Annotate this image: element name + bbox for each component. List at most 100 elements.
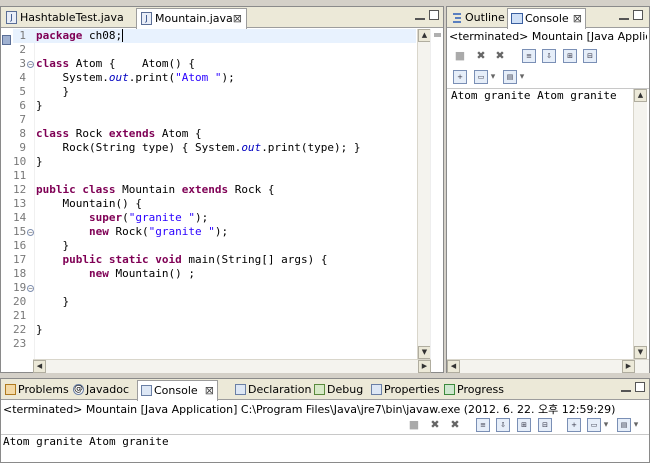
- code-line[interactable]: 7: [13, 113, 26, 127]
- tab-properties[interactable]: Properties: [368, 380, 440, 400]
- line-number: 14: [13, 211, 27, 224]
- fold-toggle-icon[interactable]: −: [27, 285, 34, 292]
- display-selected-console-icon[interactable]: ▭: [474, 70, 488, 84]
- console-horizontal-scrollbar[interactable]: ◀ ▶: [447, 359, 649, 373]
- tab-label: Console: [154, 384, 198, 397]
- code-line[interactable]: 12 public class Mountain extends Rock {: [13, 183, 274, 197]
- console-icon: [141, 385, 152, 396]
- code-line[interactable]: 2: [13, 43, 26, 57]
- tab-hashtabletest-java[interactable]: J HashtableTest.java: [2, 8, 134, 28]
- code-line[interactable]: 4 System.out.print("Atom ");: [13, 71, 234, 85]
- display-selected-console-icon[interactable]: ▭: [587, 418, 601, 432]
- minimize-icon[interactable]: [621, 388, 631, 392]
- editor-tab-bar: J HashtableTest.java J Mountain.java ⊠: [1, 7, 443, 29]
- code-gutter-border: [34, 29, 35, 359]
- editor-horizontal-scrollbar[interactable]: ◀ ▶: [33, 359, 431, 373]
- line-number: 16: [13, 239, 27, 252]
- close-tab-icon[interactable]: ⊠: [205, 381, 214, 400]
- console-process-label: <terminated> Mountain [Java Application]…: [3, 403, 616, 416]
- code-line[interactable]: 15 new Rock("granite ");: [13, 225, 228, 239]
- maximize-icon[interactable]: [429, 10, 439, 20]
- remove-launch-icon[interactable]: ✖: [474, 49, 488, 63]
- editor-vertical-scrollbar[interactable]: ▲ ▼: [417, 29, 431, 359]
- open-console-icon[interactable]: +: [567, 418, 581, 432]
- minimize-icon[interactable]: [415, 16, 425, 20]
- line-number: 2: [19, 43, 26, 56]
- code-line[interactable]: 6}: [13, 99, 42, 113]
- scroll-right-icon[interactable]: ▶: [418, 360, 431, 373]
- code-line[interactable]: 17 public static void main(String[] args…: [13, 253, 327, 267]
- tab-problems[interactable]: Problems: [2, 380, 69, 400]
- tab-console-bottom[interactable]: Console ⊠: [137, 380, 218, 401]
- code-text: }: [36, 99, 43, 112]
- clear-console-icon[interactable]: ≡: [522, 49, 536, 63]
- code-line[interactable]: 23: [13, 337, 26, 351]
- maximize-icon[interactable]: [633, 10, 643, 20]
- open-console-icon[interactable]: +: [453, 70, 467, 84]
- code-line[interactable]: 16 }: [13, 239, 69, 253]
- line-number: 7: [19, 113, 26, 126]
- chevron-down-icon[interactable]: ▾: [632, 418, 640, 432]
- remove-launch-icon[interactable]: ✖: [428, 418, 442, 432]
- chevron-down-icon[interactable]: ▾: [518, 70, 526, 84]
- code-line[interactable]: 19: [13, 281, 26, 295]
- new-console-icon[interactable]: ▤: [617, 418, 631, 432]
- code-line[interactable]: 22}: [13, 323, 43, 337]
- scroll-right-icon[interactable]: ▶: [622, 360, 635, 373]
- code-line[interactable]: 14 super("granite ");: [13, 211, 208, 225]
- maximize-icon[interactable]: [635, 382, 645, 392]
- code-line[interactable]: 20 }: [13, 295, 69, 309]
- scroll-up-icon[interactable]: ▲: [634, 89, 647, 102]
- scroll-down-icon[interactable]: ▼: [634, 346, 647, 359]
- terminate-icon[interactable]: ■: [407, 418, 421, 432]
- display-console-icon[interactable]: ⊟: [583, 49, 597, 63]
- code-line[interactable]: 18 new Mountain() ;: [13, 267, 195, 281]
- console-vertical-scrollbar[interactable]: ▲ ▼: [633, 89, 647, 359]
- code-text: }: [36, 239, 70, 252]
- fold-toggle-icon[interactable]: −: [27, 229, 34, 236]
- code-line[interactable]: 9 Rock(String type) { System.out.print(t…: [13, 141, 360, 155]
- terminate-icon[interactable]: ■: [453, 49, 467, 63]
- code-line[interactable]: 13 Mountain() {: [13, 197, 142, 211]
- code-line[interactable]: 1 package ch08;: [13, 29, 416, 43]
- tab-label: Console: [525, 12, 569, 25]
- scroll-lock-icon[interactable]: ⇩: [496, 418, 510, 432]
- console-toolbar-bottom: + ▭ ▾ ▤ ▾: [447, 68, 649, 88]
- code-line[interactable]: 3 class Atom { Atom() {: [13, 57, 195, 71]
- chevron-down-icon[interactable]: ▾: [602, 418, 610, 432]
- tab-debug[interactable]: Debug: [311, 380, 367, 400]
- scroll-left-icon[interactable]: ◀: [447, 360, 460, 373]
- scroll-left-icon[interactable]: ◀: [33, 360, 46, 373]
- tab-javadoc[interactable]: @ Javadoc: [70, 380, 134, 400]
- tab-mountain-java[interactable]: J Mountain.java ⊠: [136, 8, 247, 29]
- code-line[interactable]: 8 class Rock extends Atom {: [13, 127, 201, 141]
- declaration-icon: [235, 384, 246, 395]
- remove-all-launches-icon[interactable]: ✖: [448, 418, 462, 432]
- pin-console-icon[interactable]: ⊞: [517, 418, 531, 432]
- line-number: 21: [13, 309, 27, 322]
- code-line[interactable]: 5 }: [13, 85, 69, 99]
- java-file-icon: J: [141, 12, 152, 25]
- fold-toggle-icon[interactable]: −: [27, 61, 34, 68]
- tab-progress[interactable]: Progress: [441, 380, 507, 400]
- clear-console-icon[interactable]: ≡: [476, 418, 490, 432]
- code-editor[interactable]: 1 package ch08; 2 3 class Atom { Atom() {4 S…: [1, 29, 431, 359]
- close-tab-icon[interactable]: ⊠: [233, 9, 242, 28]
- tab-declaration[interactable]: Declaration: [232, 380, 311, 400]
- right-tab-bar: Outline Console ⊠: [447, 7, 649, 29]
- chevron-down-icon[interactable]: ▾: [489, 70, 497, 84]
- line-number: 19: [13, 281, 27, 294]
- code-line[interactable]: 10}: [13, 155, 43, 169]
- code-line[interactable]: 11: [13, 169, 26, 183]
- display-console-icon[interactable]: ⊟: [538, 418, 552, 432]
- new-console-icon[interactable]: ▤: [503, 70, 517, 84]
- tab-outline[interactable]: Outline: [448, 8, 506, 28]
- remove-all-launches-icon[interactable]: ✖: [493, 49, 507, 63]
- code-line[interactable]: 21: [13, 309, 26, 323]
- tab-console[interactable]: Console ⊠: [507, 8, 586, 29]
- close-tab-icon[interactable]: ⊠: [573, 9, 582, 28]
- minimize-icon[interactable]: [619, 16, 629, 20]
- scroll-lock-icon[interactable]: ⇩: [542, 49, 556, 63]
- line-number: 18: [13, 267, 27, 280]
- pin-console-icon[interactable]: ⊞: [563, 49, 577, 63]
